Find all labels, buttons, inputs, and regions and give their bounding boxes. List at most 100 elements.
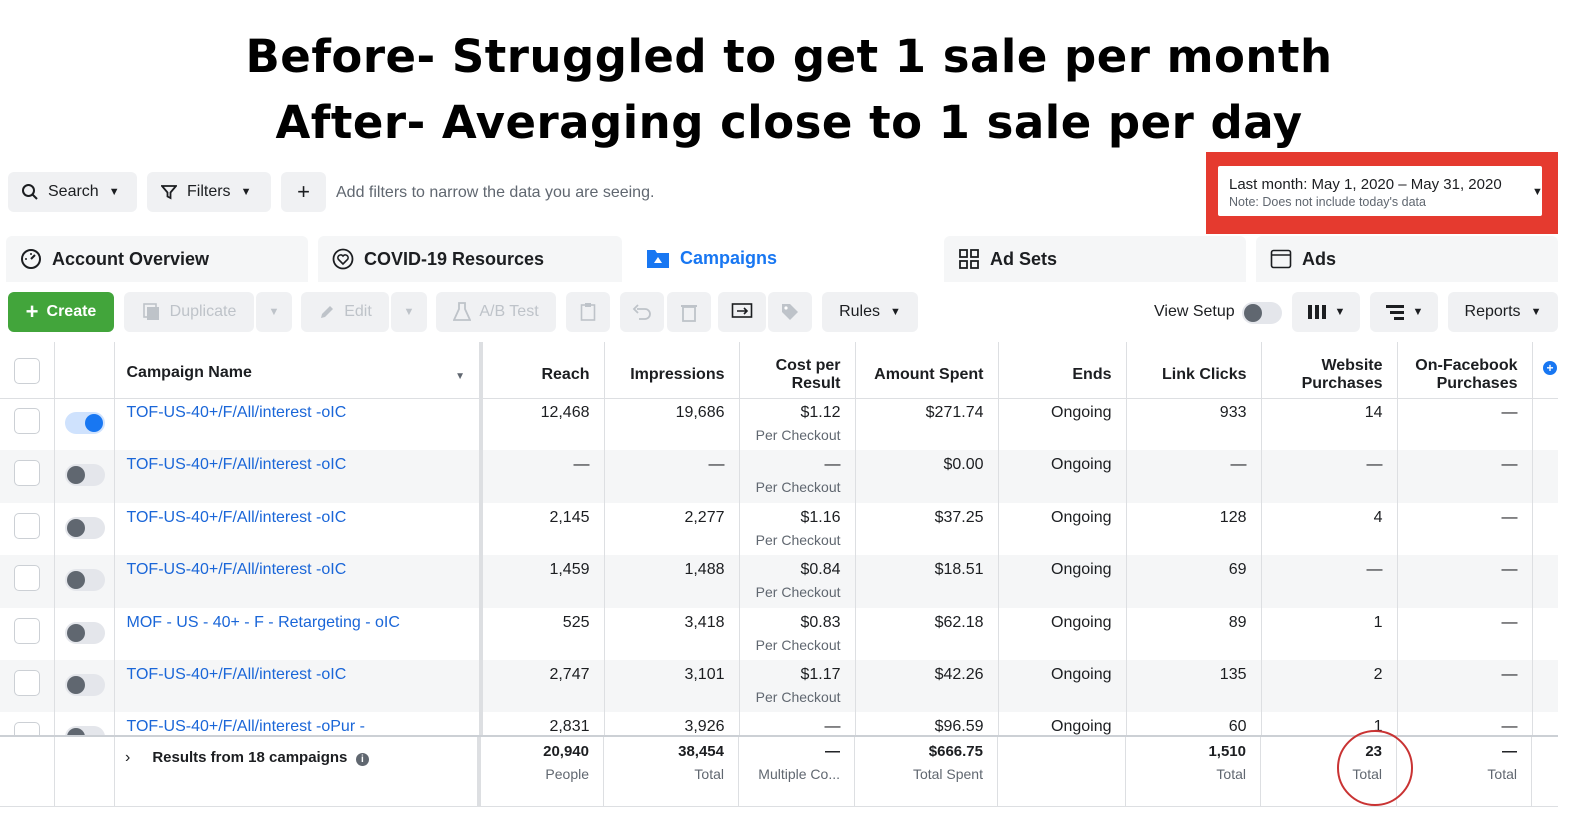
clipboard-icon	[580, 303, 596, 321]
table-row[interactable]: MOF - US - 40+ - F - Retargeting - oIC 52…	[0, 607, 1558, 660]
cell-reach: 2,145	[481, 502, 605, 556]
summary-impressions: 38,454 Total	[604, 737, 739, 807]
table-row[interactable]: TOF-US-40+/F/All/interest -oIC 2,747 3,101…	[0, 659, 1558, 713]
ab-test-button[interactable]: A/B Test	[436, 292, 556, 332]
summary-label-cell: › Results from 18 campaigns i	[114, 737, 481, 807]
campaign-name-link[interactable]: TOF-US-40+/F/All/interest -oIC	[114, 398, 483, 451]
cost-value: —	[824, 456, 841, 474]
tab-label: Ad Sets	[990, 248, 1058, 269]
column-website-purchases[interactable]: Website Purchases	[1261, 342, 1398, 399]
flask-icon	[453, 302, 472, 321]
row-checkbox[interactable]	[0, 555, 55, 608]
cell-website-purchases: 2	[1261, 659, 1398, 713]
grid-icon	[959, 249, 979, 269]
row-checkbox[interactable]	[0, 398, 55, 451]
campaign-toggle[interactable]	[64, 516, 105, 539]
cell-amount-spent: $0.00	[855, 450, 999, 503]
info-icon[interactable]: i	[355, 753, 369, 766]
column-cost-per-result[interactable]: Cost per Result	[739, 342, 856, 399]
column-on-facebook-purchases[interactable]: On-Facebook Purchases	[1397, 342, 1533, 399]
add-column-icon[interactable]: +	[1543, 361, 1557, 375]
campaign-toggle[interactable]	[64, 726, 105, 735]
table-row[interactable]: TOF-US-40+/F/All/interest -oIC — — — Per Che…	[0, 450, 1558, 503]
campaign-toggle[interactable]	[64, 464, 105, 487]
select-all-checkbox[interactable]	[0, 342, 55, 399]
row-checkbox[interactable]	[0, 659, 55, 713]
funnel-icon	[161, 185, 177, 200]
clipboard-button[interactable]	[566, 292, 610, 332]
campaign-name-link[interactable]: TOF-US-40+/F/All/interest -oIC	[114, 555, 483, 608]
tab-ad-sets[interactable]: Ad Sets	[944, 236, 1246, 282]
campaign-name-link[interactable]: TOF-US-40+/F/All/interest -oIC	[114, 659, 483, 713]
undo-button[interactable]	[620, 292, 664, 332]
column-ends[interactable]: Ends	[998, 342, 1127, 399]
table-row[interactable]: TOF-US-40+/F/All/interest -oPur -2,831 3,…	[0, 712, 1558, 735]
column-amount-spent[interactable]: Amount Spent	[855, 342, 999, 399]
row-checkbox[interactable]	[0, 607, 55, 660]
campaign-toggle[interactable]	[64, 569, 105, 592]
campaign-toggle[interactable]	[64, 673, 105, 696]
row-checkbox[interactable]	[0, 502, 55, 556]
chevron-right-icon[interactable]: ›	[125, 749, 130, 767]
delete-button[interactable]	[667, 292, 711, 332]
row-end-cell	[1532, 398, 1558, 450]
cell-link-clicks: 89	[1126, 607, 1262, 660]
cell-link-clicks: 128	[1126, 502, 1262, 556]
campaigns-table-header: Campaign Name ▼ Reach Impressions Cost p…	[0, 342, 1558, 399]
duplicate-menu-caret[interactable]: ▼	[256, 292, 292, 332]
view-setup-toggle[interactable]	[1242, 302, 1282, 324]
campaign-toggle[interactable]	[64, 412, 105, 434]
cell-impressions: —	[604, 450, 740, 503]
campaign-name-link[interactable]: TOF-US-40+/F/All/interest -oIC	[114, 450, 483, 503]
tab-campaigns[interactable]: Campaigns	[632, 232, 934, 284]
search-button[interactable]: Search ▼	[8, 172, 137, 212]
cell-cost-per-result: $0.83 Per Checkout	[739, 607, 856, 660]
tab-ads[interactable]: Ads	[1256, 236, 1558, 282]
columns-button[interactable]: ▼	[1292, 292, 1360, 332]
caret-down-icon[interactable]: ▼	[1532, 186, 1543, 198]
reports-button[interactable]: Reports ▼	[1448, 292, 1558, 332]
column-reach[interactable]: Reach	[481, 342, 605, 399]
table-row[interactable]: TOF-US-40+/F/All/interest -oIC 2,145 2,277…	[0, 502, 1558, 556]
rules-button[interactable]: Rules ▼	[822, 292, 918, 332]
ad-icon	[1270, 249, 1292, 269]
breakdown-button[interactable]: ▼	[1370, 292, 1438, 332]
filters-button[interactable]: Filters ▼	[147, 172, 271, 212]
heart-icon	[332, 248, 354, 270]
cell-ends: Ongoing	[998, 659, 1127, 713]
campaign-name-link[interactable]: TOF-US-40+/F/All/interest -oPur -	[114, 712, 483, 735]
campaign-name-link[interactable]: TOF-US-40+/F/All/interest -oIC	[114, 502, 483, 556]
campaign-toggle[interactable]	[64, 621, 105, 644]
duplicate-button[interactable]: Duplicate	[124, 292, 254, 332]
edit-menu-caret[interactable]: ▼	[391, 292, 427, 332]
table-row[interactable]: TOF-US-40+/F/All/interest -oIC 12,468 19,6…	[0, 398, 1558, 451]
row-checkbox[interactable]	[0, 450, 55, 503]
create-button[interactable]: + Create	[8, 292, 114, 332]
export-button[interactable]	[718, 292, 766, 332]
campaign-name-link[interactable]: MOF - US - 40+ - F - Retargeting - oIC	[114, 607, 483, 660]
tab-label: Campaigns	[680, 247, 778, 268]
table-row[interactable]: TOF-US-40+/F/All/interest -oIC 1,459 1,488…	[0, 555, 1558, 608]
tag-button[interactable]	[768, 292, 812, 332]
add-filter-button[interactable]: +	[281, 172, 326, 212]
cell-website-purchases: —	[1261, 555, 1398, 608]
level-tabs: Account Overview COVID-19 Resources Camp…	[0, 230, 1578, 284]
cell-reach: 525	[481, 607, 605, 660]
cell-link-clicks: 135	[1126, 659, 1262, 713]
tab-covid-resources[interactable]: COVID-19 Resources	[318, 236, 622, 282]
cell-reach: 12,468	[481, 398, 605, 451]
row-end-cell	[1532, 450, 1558, 503]
column-link-clicks[interactable]: Link Clicks	[1126, 342, 1262, 399]
cell-impressions: 3,418	[604, 607, 740, 660]
tab-account-overview[interactable]: Account Overview	[6, 236, 308, 282]
sort-caret-icon[interactable]: ▼	[455, 368, 465, 386]
cell-impressions: 3,101	[604, 659, 740, 713]
edit-button[interactable]: Edit	[301, 292, 389, 332]
column-campaign-name[interactable]: Campaign Name ▼	[114, 342, 483, 399]
column-impressions[interactable]: Impressions	[604, 342, 740, 399]
cell-on-facebook-purchases: —	[1397, 607, 1533, 660]
row-checkbox[interactable]	[0, 712, 55, 735]
row-toggle-cell	[54, 398, 115, 451]
row-toggle-cell	[54, 712, 115, 735]
cell-ends: Ongoing	[998, 398, 1127, 451]
